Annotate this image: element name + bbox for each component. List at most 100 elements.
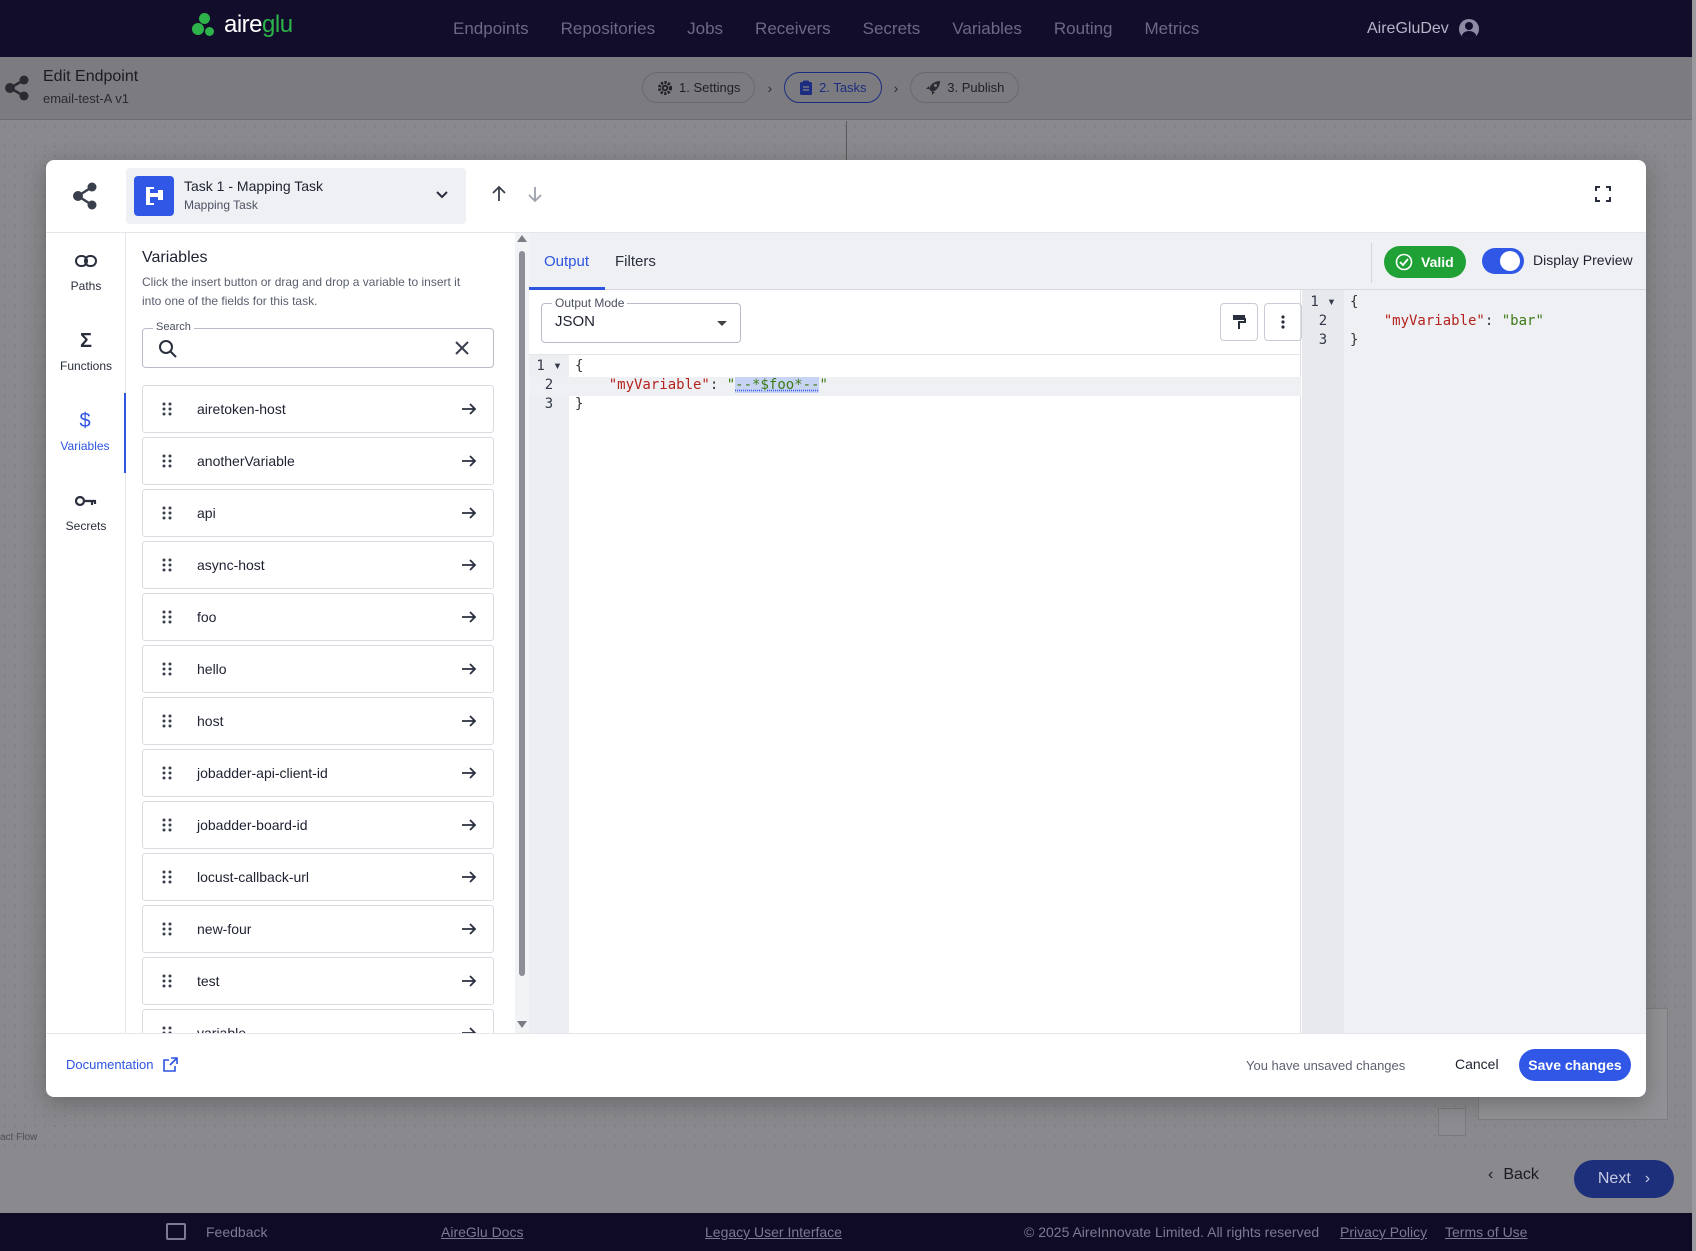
top-navbar: aireglu Endpoints Repositories Jobs Rece… <box>0 0 1692 57</box>
modal-footer: Documentation You have unsaved changes C… <box>46 1033 1646 1097</box>
variable-list-item[interactable]: jobadder-api-client-id <box>142 749 494 797</box>
code-text: "myVariable": "--*$foo*--" <box>608 377 828 393</box>
insert-arrow-icon[interactable] <box>461 1025 477 1033</box>
nav-routing[interactable]: Routing <box>1054 19 1113 39</box>
paint-roller-icon <box>1233 315 1246 329</box>
variables-scrollbar[interactable] <box>515 233 529 1033</box>
move-up-icon[interactable] <box>490 185 508 203</box>
nav-secrets[interactable]: Secrets <box>863 19 921 39</box>
brand-logo[interactable]: aireglu <box>190 10 293 40</box>
feedback-icon[interactable] <box>166 1223 186 1240</box>
insert-arrow-icon[interactable] <box>461 869 477 885</box>
scroll-down-arrow-icon[interactable] <box>517 1021 527 1028</box>
nav-jobs[interactable]: Jobs <box>687 19 723 39</box>
privacy-link[interactable]: Privacy Policy <box>1340 1224 1427 1240</box>
more-options-button[interactable] <box>1264 303 1302 341</box>
rail-functions[interactable]: Σ Functions <box>46 313 126 393</box>
cancel-button[interactable]: Cancel <box>1455 1056 1499 1072</box>
insert-arrow-icon[interactable] <box>461 921 477 937</box>
variable-list-item[interactable]: foo <box>142 593 494 641</box>
task-selector[interactable]: Task 1 - Mapping Task Mapping Task <box>126 168 466 224</box>
drag-handle-icon[interactable] <box>161 817 173 833</box>
close-icon[interactable] <box>453 339 471 357</box>
valid-status-badge: Valid <box>1384 246 1466 278</box>
code-editor[interactable]: 1 ▾ { 2 "myVariable": "--*$foo*--" 3 } <box>529 358 1301 415</box>
insert-arrow-icon[interactable] <box>461 453 477 469</box>
display-preview-toggle[interactable] <box>1482 248 1524 274</box>
rail-functions-label: Functions <box>59 359 113 373</box>
rail-secrets[interactable]: Secrets <box>46 473 126 553</box>
step-settings[interactable]: 1. Settings <box>642 72 756 103</box>
drag-handle-icon[interactable] <box>161 921 173 937</box>
variable-list-item[interactable]: new-four <box>142 905 494 953</box>
rail-paths[interactable]: Paths <box>46 233 126 313</box>
variable-list-item[interactable]: variable <box>142 1009 494 1033</box>
nav-endpoints[interactable]: Endpoints <box>453 19 529 39</box>
drag-handle-icon[interactable] <box>161 401 173 417</box>
documentation-link[interactable]: Documentation <box>66 1057 179 1072</box>
variable-name: jobadder-api-client-id <box>197 765 328 781</box>
insert-arrow-icon[interactable] <box>461 505 477 521</box>
nav-variables[interactable]: Variables <box>952 19 1022 39</box>
feedback-link[interactable]: Feedback <box>206 1224 267 1240</box>
drag-handle-icon[interactable] <box>161 765 173 781</box>
variable-list-item[interactable]: api <box>142 489 494 537</box>
drag-handle-icon[interactable] <box>161 713 173 729</box>
docs-link[interactable]: AireGlu Docs <box>441 1224 523 1240</box>
line-number: 2 <box>544 377 554 393</box>
variable-search-input[interactable] <box>187 335 437 361</box>
insert-arrow-icon[interactable] <box>461 973 477 989</box>
rail-variables[interactable]: $ Variables <box>46 393 126 473</box>
page-scrollbar[interactable] <box>1692 0 1696 1251</box>
step-publish[interactable]: 3. Publish <box>910 72 1020 103</box>
step-tasks[interactable]: 2. Tasks <box>784 72 882 103</box>
user-menu[interactable]: AireGluDev <box>1367 0 1479 57</box>
variable-list-item[interactable]: jobadder-board-id <box>142 801 494 849</box>
drag-handle-icon[interactable] <box>161 505 173 521</box>
fullscreen-icon[interactable] <box>1594 185 1612 203</box>
selected-variable-token[interactable]: --*$foo*-- <box>735 377 820 393</box>
canvas-fullscreen-button[interactable] <box>1438 1108 1466 1136</box>
nav-metrics[interactable]: Metrics <box>1145 19 1200 39</box>
insert-arrow-icon[interactable] <box>461 661 477 677</box>
nav-repositories[interactable]: Repositories <box>561 19 656 39</box>
documentation-label: Documentation <box>66 1057 154 1072</box>
insert-arrow-icon[interactable] <box>461 401 477 417</box>
preview-gutter <box>1302 290 1344 1033</box>
next-button[interactable]: Next › <box>1574 1160 1674 1198</box>
variable-list-item[interactable]: locust-callback-url <box>142 853 494 901</box>
insert-arrow-icon[interactable] <box>461 765 477 781</box>
variable-list-item[interactable]: anotherVariable <box>142 437 494 485</box>
drag-handle-icon[interactable] <box>161 453 173 469</box>
share-icon <box>73 182 97 210</box>
terms-link[interactable]: Terms of Use <box>1445 1224 1527 1240</box>
insert-arrow-icon[interactable] <box>461 817 477 833</box>
format-button[interactable] <box>1220 303 1258 341</box>
rail-paths-label: Paths <box>70 279 102 293</box>
tab-filters[interactable]: Filters <box>615 253 656 270</box>
variable-list-item[interactable]: airetoken-host <box>142 385 494 433</box>
back-button[interactable]: ‹ Back <box>1488 1166 1539 1184</box>
drag-handle-icon[interactable] <box>161 869 173 885</box>
drag-handle-icon[interactable] <box>161 1025 173 1033</box>
variable-list-item[interactable]: async-host <box>142 541 494 589</box>
drag-handle-icon[interactable] <box>161 973 173 989</box>
drag-handle-icon[interactable] <box>161 557 173 573</box>
insert-arrow-icon[interactable] <box>461 557 477 573</box>
legacy-ui-link[interactable]: Legacy User Interface <box>705 1224 842 1240</box>
variable-list-item[interactable]: hello <box>142 645 494 693</box>
insert-arrow-icon[interactable] <box>461 609 477 625</box>
save-changes-button[interactable]: Save changes <box>1519 1049 1631 1081</box>
output-mode-select[interactable]: Output Mode JSON <box>541 296 741 343</box>
variable-list-item[interactable]: host <box>142 697 494 745</box>
tab-output[interactable]: Output <box>544 253 589 270</box>
caret-down-icon <box>717 321 727 326</box>
insert-arrow-icon[interactable] <box>461 713 477 729</box>
move-down-icon[interactable] <box>526 185 544 203</box>
scroll-up-arrow-icon[interactable] <box>517 235 527 242</box>
variable-list-item[interactable]: test <box>142 957 494 1005</box>
drag-handle-icon[interactable] <box>161 609 173 625</box>
nav-receivers[interactable]: Receivers <box>755 19 831 39</box>
drag-handle-icon[interactable] <box>161 661 173 677</box>
scrollbar-thumb[interactable] <box>519 251 525 976</box>
